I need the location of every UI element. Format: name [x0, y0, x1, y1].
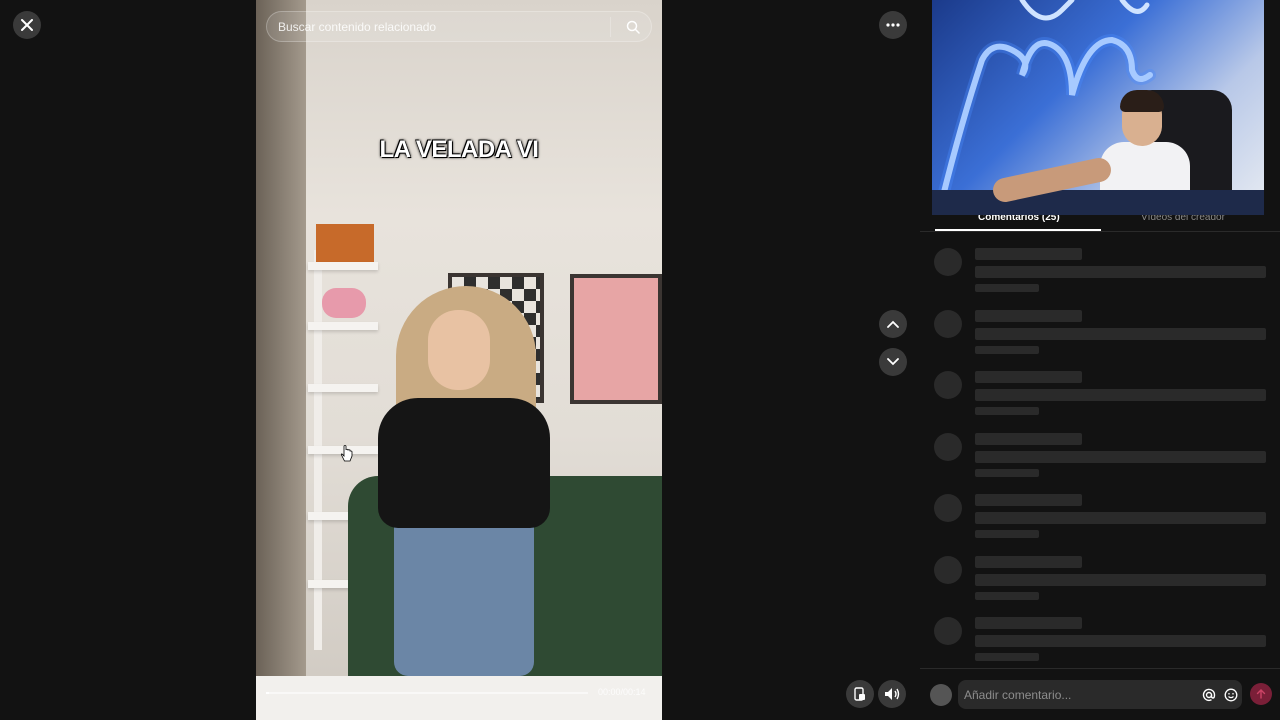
search-input[interactable]: Buscar contenido relacionado: [266, 11, 652, 42]
video-progress-fill: [266, 692, 270, 694]
comment-input[interactable]: Añadir comentario...: [958, 680, 1242, 709]
search-placeholder: Buscar contenido relacionado: [278, 19, 437, 34]
search-icon: [626, 20, 640, 34]
send-comment-button[interactable]: [1250, 683, 1272, 705]
comment-placeholder: Añadir comentario...: [964, 687, 1072, 702]
webcam-overlay: [932, 0, 1264, 215]
user-avatar: [930, 684, 952, 706]
volume-button[interactable]: [878, 680, 906, 708]
chevron-up-icon: [887, 320, 899, 328]
video-time: 00:00/00:14: [598, 687, 646, 697]
close-button[interactable]: [13, 11, 41, 39]
emoji-button[interactable]: [1220, 688, 1242, 702]
more-icon: [886, 23, 900, 27]
mention-button[interactable]: [1198, 688, 1220, 702]
close-icon: [21, 19, 33, 31]
picture-in-picture-button[interactable]: [846, 680, 874, 708]
comment-skeleton: [934, 433, 1268, 483]
comment-skeleton: [934, 310, 1268, 360]
active-tab-indicator: [935, 229, 1101, 231]
next-video-button[interactable]: [879, 348, 907, 376]
at-icon: [1202, 688, 1216, 701]
chevron-down-icon: [887, 358, 899, 366]
comment-skeleton: [934, 371, 1268, 421]
picture-in-picture-icon: [854, 687, 865, 701]
video-caption-overlay: LA VELADA VI: [379, 136, 539, 163]
send-icon: [1256, 689, 1266, 699]
video-scene: [256, 0, 306, 720]
previous-video-button[interactable]: [879, 310, 907, 338]
volume-icon: [885, 688, 900, 700]
search-button[interactable]: [619, 13, 647, 41]
comment-skeleton: [934, 248, 1268, 298]
more-options-button[interactable]: [879, 11, 907, 39]
comment-skeleton: [934, 556, 1268, 606]
mouse-cursor-icon: [340, 445, 353, 462]
emoji-icon: [1224, 688, 1238, 701]
comment-skeleton: [934, 494, 1268, 544]
video-player[interactable]: LA VELADA VI 00:00/00:14: [256, 0, 662, 720]
comment-skeleton: [934, 617, 1268, 667]
video-progress-bar[interactable]: [266, 692, 588, 694]
comment-bar: Añadir comentario...: [920, 668, 1280, 720]
